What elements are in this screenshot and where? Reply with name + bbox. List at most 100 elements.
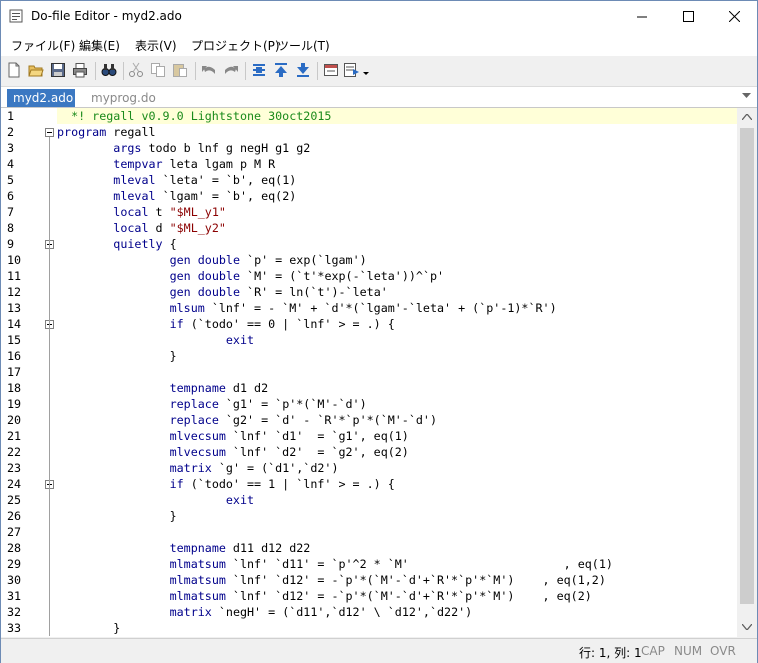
code-line[interactable]	[57, 524, 737, 540]
line-number: 24	[7, 477, 22, 491]
tab-list-dropdown-icon[interactable]	[742, 93, 751, 99]
save-icon	[51, 63, 65, 77]
find-button[interactable]	[99, 60, 119, 80]
line-number: 32	[7, 605, 22, 619]
line-number: 13	[7, 301, 22, 315]
new-file-button[interactable]	[4, 60, 24, 80]
line-number: 22	[7, 445, 22, 459]
fold-guide-line	[49, 137, 50, 636]
file-tab-bar: myd2.ado myprog.do	[1, 87, 757, 108]
line-number: 1	[7, 109, 15, 123]
code-line[interactable]	[57, 364, 737, 380]
code-line[interactable]: if (`todo' == 0 | `lnf' > = .) {	[57, 316, 737, 332]
menu-project[interactable]: プロジェクト(P)	[191, 37, 280, 54]
line-number: 16	[7, 349, 22, 363]
code-line[interactable]: quietly {	[57, 236, 737, 252]
line-number: 20	[7, 413, 22, 427]
vertical-scrollbar[interactable]	[737, 108, 757, 637]
code-line[interactable]: gen double `p' = exp(`lgam')	[57, 252, 737, 268]
execute-do-button[interactable]	[343, 60, 371, 80]
previous-bookmark-button[interactable]	[271, 60, 291, 80]
line-number: 14	[7, 317, 22, 331]
minimize-button[interactable]	[619, 1, 665, 32]
code-line[interactable]: exit	[57, 492, 737, 508]
code-line[interactable]: gen double `R' = ln(`t')-`leta'	[57, 284, 737, 300]
code-line[interactable]: mleval `lgam' = `b', eq(2)	[57, 188, 737, 204]
toolbar-separator	[245, 62, 246, 80]
fold-toggle-icon[interactable]	[45, 128, 54, 137]
menu-edit[interactable]: 編集(E)	[79, 37, 120, 54]
code-line[interactable]: mleval `leta' = `b', eq(1)	[57, 172, 737, 188]
menu-tools[interactable]: ツール(T)	[277, 37, 330, 54]
code-line[interactable]: if (`todo' == 1 | `lnf' > = .) {	[57, 476, 737, 492]
undo-button[interactable]	[199, 60, 219, 80]
print-button[interactable]	[70, 60, 90, 80]
line-number: 28	[7, 541, 22, 555]
code-line[interactable]: tempname d1 d2	[57, 380, 737, 396]
line-number: 11	[7, 269, 22, 283]
line-number: 29	[7, 557, 22, 571]
code-line[interactable]: *! regall v0.9.0 Lightstone 30oct2015	[57, 108, 737, 124]
code-line[interactable]: tempvar leta lgam p M R	[57, 156, 737, 172]
line-number: 33	[7, 621, 22, 635]
code-line[interactable]: }	[57, 508, 737, 524]
menu-view[interactable]: 表示(V)	[135, 37, 177, 54]
code-editor[interactable]: 1 2 3 4 5 6 7 8 9 10 11 12 13 14 15 16 17 18 19 20 21 22 23 24 2…	[1, 108, 757, 637]
line-number: 6	[7, 189, 15, 203]
toolbar-separator	[123, 62, 124, 80]
toolbar-separator	[95, 62, 96, 80]
code-line[interactable]: }	[57, 620, 737, 636]
scroll-up-icon[interactable]	[742, 114, 752, 120]
save-button[interactable]	[48, 60, 68, 80]
maximize-button[interactable]	[665, 1, 711, 32]
code-line[interactable]: matrix `negH' = (`d11',`d12' \ `d12',`d2…	[57, 604, 737, 620]
open-button[interactable]	[26, 60, 46, 80]
line-number: 19	[7, 397, 22, 411]
code-line[interactable]: local t "$ML_y1"	[57, 204, 737, 220]
undo-icon	[202, 66, 215, 74]
tab-myprog-do[interactable]: myprog.do	[85, 89, 162, 107]
redo-icon	[225, 66, 238, 74]
code-line[interactable]: matrix `g' = (`d1',`d2')	[57, 460, 737, 476]
scroll-down-icon[interactable]	[742, 624, 752, 630]
code-line[interactable]: replace `g2' = `d' - `R'*`p'*(`M'-`d')	[57, 412, 737, 428]
line-number: 9	[7, 237, 15, 251]
line-number: 15	[7, 333, 22, 347]
paste-button[interactable]	[170, 60, 190, 80]
close-button[interactable]	[711, 1, 757, 32]
code-line[interactable]: args todo b lnf g negH g1 g2	[57, 140, 737, 156]
code-line[interactable]: program regall	[57, 124, 737, 140]
scrollbar-thumb[interactable]	[740, 128, 754, 604]
do-file-editor-window: Do-file Editor - myd2.ado ファイル(F) 編集(E) …	[0, 0, 758, 663]
app-icon	[9, 9, 23, 23]
code-line[interactable]: mlsum `lnf' = - `M' + `d'*(`lgam'-`leta'…	[57, 300, 737, 316]
code-line[interactable]: gen double `M' = (`t'*exp(-`leta'))^`p'	[57, 268, 737, 284]
code-line[interactable]: replace `g1' = `p'*(`M'-`d')	[57, 396, 737, 412]
code-line[interactable]: mlmatsum `lnf' `d12' = -`p'*(`M'-`d'+`R'…	[57, 588, 737, 604]
find-icon	[101, 64, 117, 76]
redo-button[interactable]	[221, 60, 241, 80]
line-number: 17	[7, 365, 22, 379]
code-line[interactable]: local d "$ML_y2"	[57, 220, 737, 236]
tab-myd2-ado[interactable]: myd2.ado	[7, 89, 75, 107]
minimize-icon	[636, 16, 647, 18]
code-line[interactable]: mlmatsum `lnf' `d11' = `p'^2 * `M' , eq(…	[57, 556, 737, 572]
code-line[interactable]: tempname d11 d12 d22	[57, 540, 737, 556]
menu-file[interactable]: ファイル(F)	[11, 37, 75, 54]
code-line[interactable]: exit	[57, 332, 737, 348]
code-line[interactable]: mlvecsum `lnf' `d1' = `g1', eq(1)	[57, 428, 737, 444]
caps-lock-indicator: CAP	[641, 644, 665, 658]
copy-button[interactable]	[148, 60, 168, 80]
close-icon	[728, 11, 740, 22]
next-bookmark-button[interactable]	[293, 60, 313, 80]
code-line[interactable]: mlvecsum `lnf' `d2' = `g2', eq(2)	[57, 444, 737, 460]
cut-button[interactable]	[126, 60, 146, 80]
code-area[interactable]: *! regall v0.9.0 Lightstone 30oct2015 pro…	[57, 108, 737, 637]
show-file-in-viewer-button[interactable]	[321, 60, 341, 80]
num-lock-indicator: NUM	[674, 644, 703, 658]
code-line[interactable]: mlmatsum `lnf' `d12' = -`p'*(`M'-`d'+`R'…	[57, 572, 737, 588]
toggle-bookmark-button[interactable]	[249, 60, 269, 80]
toolbar-separator	[317, 62, 318, 80]
code-line[interactable]: }	[57, 348, 737, 364]
open-folder-icon	[28, 65, 44, 77]
